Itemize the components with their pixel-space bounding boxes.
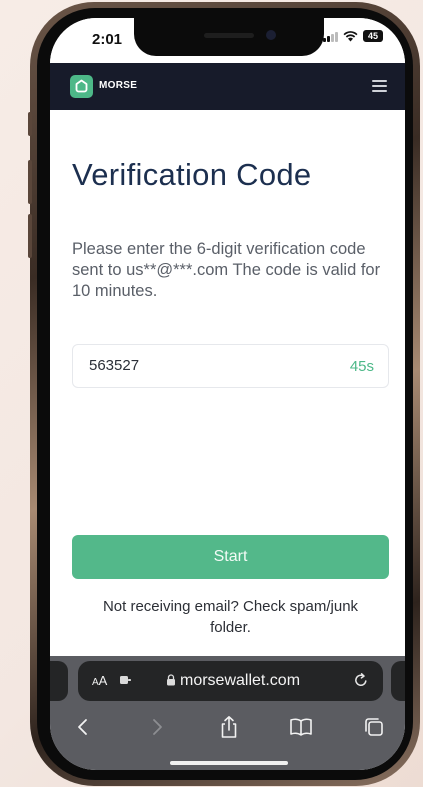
site-header: MORSE <box>50 63 405 110</box>
hamburger-menu-icon[interactable] <box>372 80 387 92</box>
help-text: Not receiving email? Check spam/junk fol… <box>102 598 359 636</box>
status-bar: 2:01 45 <box>50 18 405 63</box>
volume-down-button <box>28 214 32 258</box>
tabs-button[interactable] <box>361 714 387 740</box>
aa-large-letter: A <box>98 673 108 688</box>
tabs-icon <box>365 718 383 736</box>
notch <box>134 18 324 56</box>
instructions-text: Please enter the 6-digit verification co… <box>72 240 381 300</box>
speaker-grille <box>204 33 254 38</box>
safari-toolbar: AA morsewallet.com <box>50 656 405 770</box>
phone-screen: 2:01 45 MORSE Verification Code Please e… <box>50 18 405 770</box>
start-button[interactable]: Start <box>72 535 389 579</box>
battery-indicator: 45 <box>363 30 383 42</box>
url-text[interactable]: morsewallet.com <box>180 672 300 690</box>
brand-name[interactable]: MORSE <box>99 80 137 91</box>
morse-logo-icon[interactable] <box>70 75 93 98</box>
bookmarks-button[interactable] <box>288 714 314 740</box>
back-button[interactable] <box>70 714 96 740</box>
share-button[interactable] <box>216 714 242 740</box>
extension-icon[interactable] <box>120 675 132 685</box>
reader-settings-button[interactable]: AA <box>92 673 107 688</box>
aa-small-letter: A <box>92 677 99 688</box>
next-tab-preview[interactable] <box>391 661 405 701</box>
reload-icon[interactable] <box>353 672 369 688</box>
address-bar[interactable]: AA morsewallet.com <box>78 661 383 701</box>
home-indicator[interactable] <box>170 761 288 765</box>
volume-up-button <box>28 160 32 204</box>
previous-tab-preview[interactable] <box>50 661 68 701</box>
status-time: 2:01 <box>92 31 123 48</box>
front-camera <box>266 30 276 40</box>
logo-mark-icon <box>75 79 88 93</box>
back-icon <box>78 719 87 735</box>
wifi-icon <box>343 31 358 42</box>
verification-code-field[interactable]: 45s <box>72 344 389 388</box>
browser-bottom-toolbar <box>50 708 405 748</box>
resend-countdown[interactable]: 45s <box>350 358 374 375</box>
silent-switch <box>28 112 32 136</box>
bookmarks-icon <box>290 718 312 736</box>
cellular-signal-icon <box>323 31 338 42</box>
verification-code-input[interactable] <box>89 357 289 374</box>
lock-icon <box>167 674 175 686</box>
page-title: Verification Code <box>72 157 312 192</box>
status-icons: 45 <box>323 30 383 42</box>
share-icon <box>221 716 237 738</box>
forward-icon <box>153 719 162 735</box>
forward-button[interactable] <box>144 714 170 740</box>
